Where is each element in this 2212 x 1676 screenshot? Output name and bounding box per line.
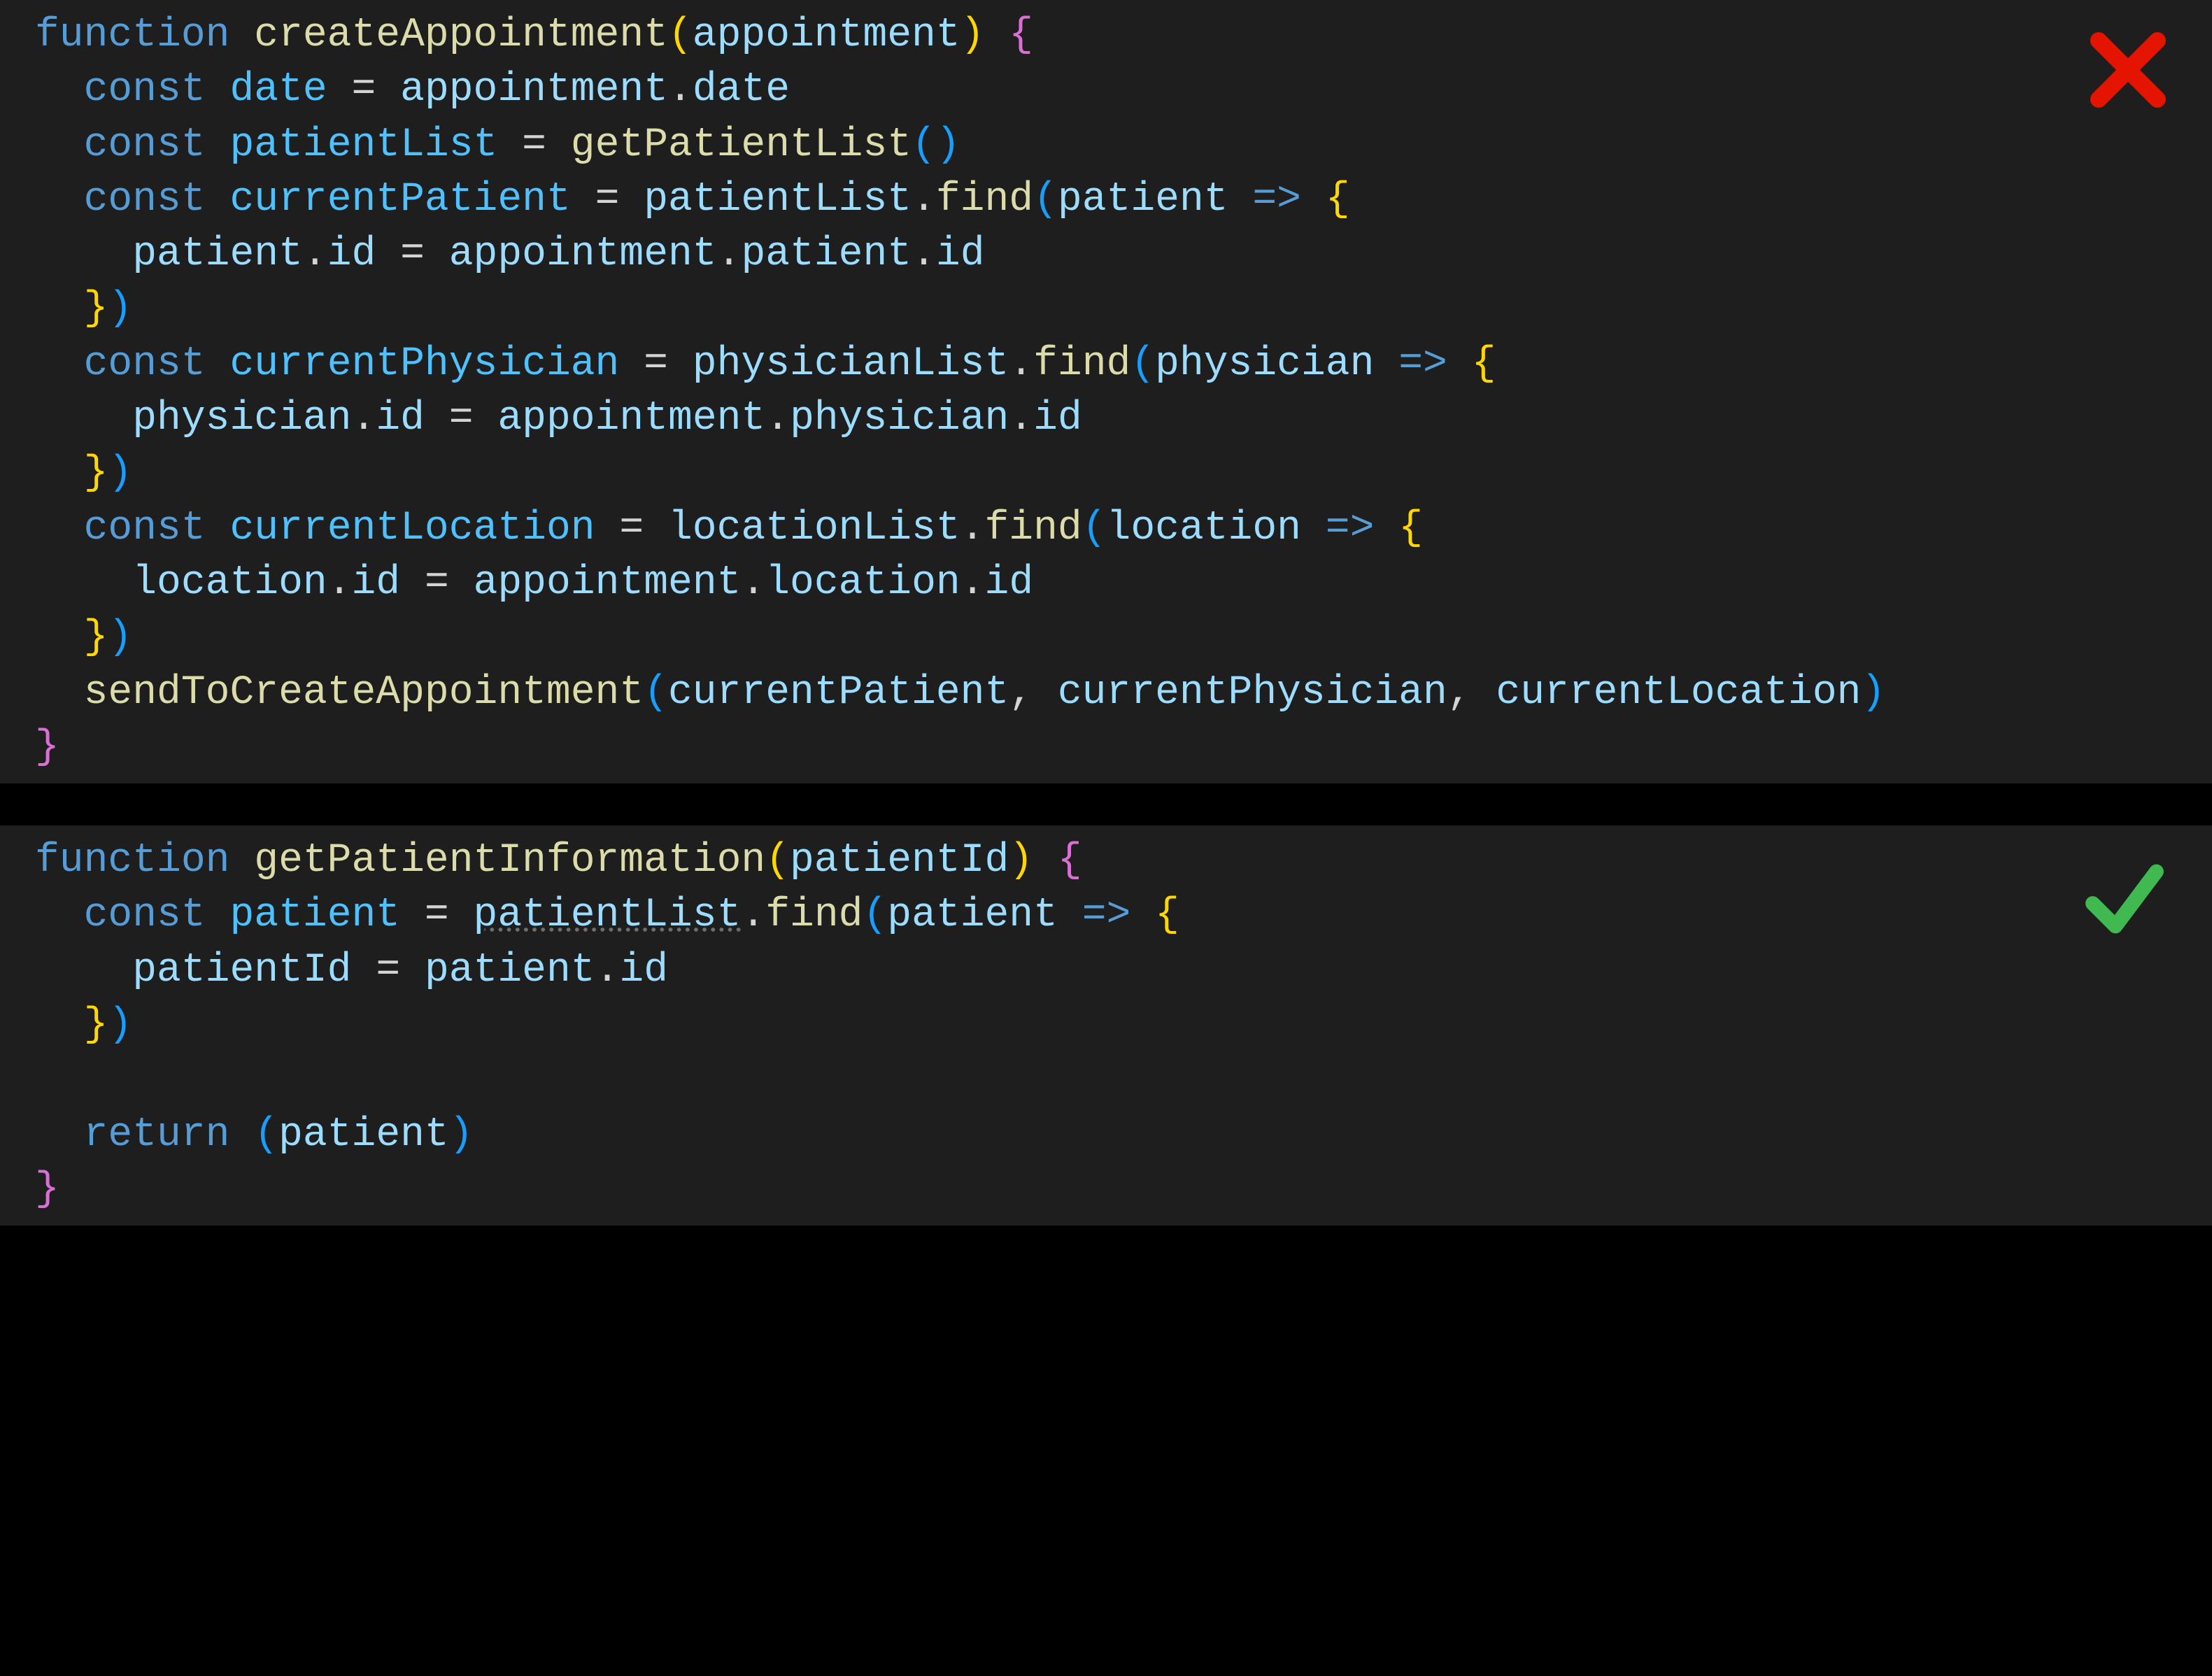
code-panel-bad: function createAppointment(appointment) … (0, 0, 2212, 783)
var: patientId (132, 948, 351, 993)
fn-call: find (765, 893, 863, 938)
obj: location (132, 560, 327, 606)
var-name: currentPhysician (229, 341, 619, 387)
obj: locationList (668, 506, 960, 551)
code-block-good: function getPatientInformation(patientId… (35, 834, 2184, 1217)
var-name: currentPatient (229, 177, 570, 222)
kw-const: const (84, 177, 206, 222)
prop: id (376, 396, 425, 441)
var-name: patient (229, 893, 400, 938)
kw-const: const (84, 893, 206, 938)
obj: patientList (644, 177, 912, 222)
code-block-bad: function createAppointment(appointment) … (35, 8, 2184, 775)
prop: id (327, 232, 376, 277)
obj: physicianList (693, 341, 1009, 387)
kw-const: const (84, 122, 206, 168)
var-name: currentLocation (229, 506, 595, 551)
kw-const: const (84, 506, 206, 551)
prop: id (1033, 396, 1082, 441)
fn-call: find (1033, 341, 1130, 387)
fn-name: getPatientInformation (254, 838, 765, 883)
obj: appointment (497, 396, 765, 441)
arrow-param: patient (1058, 177, 1228, 222)
var-name: patientList (229, 122, 497, 168)
obj: patient (132, 232, 303, 277)
obj: appointment (400, 67, 668, 113)
param: appointment (693, 13, 960, 58)
return-val: patient (278, 1112, 449, 1158)
cross-icon (2086, 28, 2170, 134)
code-panel-good: function getPatientInformation(patientId… (0, 825, 2212, 1226)
fn-call: sendToCreateAppointment (84, 670, 644, 716)
prop: date (693, 67, 790, 113)
arg: currentPhysician (1058, 670, 1447, 716)
fn-call: getPatientList (571, 122, 912, 168)
fn-call: find (936, 177, 1033, 222)
prop: id (936, 232, 985, 277)
arg: currentLocation (1496, 670, 1861, 716)
fn-name: createAppointment (254, 13, 668, 58)
kw-function: function (35, 13, 229, 58)
param: patientId (790, 838, 1009, 883)
obj: appointment (449, 232, 717, 277)
obj: appointment (474, 560, 742, 606)
kw-const: const (84, 341, 206, 387)
prop: id (352, 560, 401, 606)
prop: id (985, 560, 1034, 606)
kw-const: const (84, 67, 206, 113)
obj: patientList (474, 893, 742, 938)
kw-return: return (84, 1112, 230, 1158)
kw-function: function (35, 838, 229, 883)
prop: patient (741, 232, 912, 277)
var-name: date (229, 67, 327, 113)
prop: physician (790, 396, 1009, 441)
arg: currentPatient (668, 670, 1009, 716)
arrow-param: patient (887, 893, 1058, 938)
prop: id (619, 948, 668, 993)
obj: physician (132, 396, 351, 441)
fn-call: find (984, 506, 1082, 551)
prop: location (765, 560, 960, 606)
obj: patient (425, 948, 595, 993)
arrow-param: physician (1155, 341, 1374, 387)
check-icon (2079, 853, 2170, 967)
arrow-param: location (1107, 506, 1301, 551)
